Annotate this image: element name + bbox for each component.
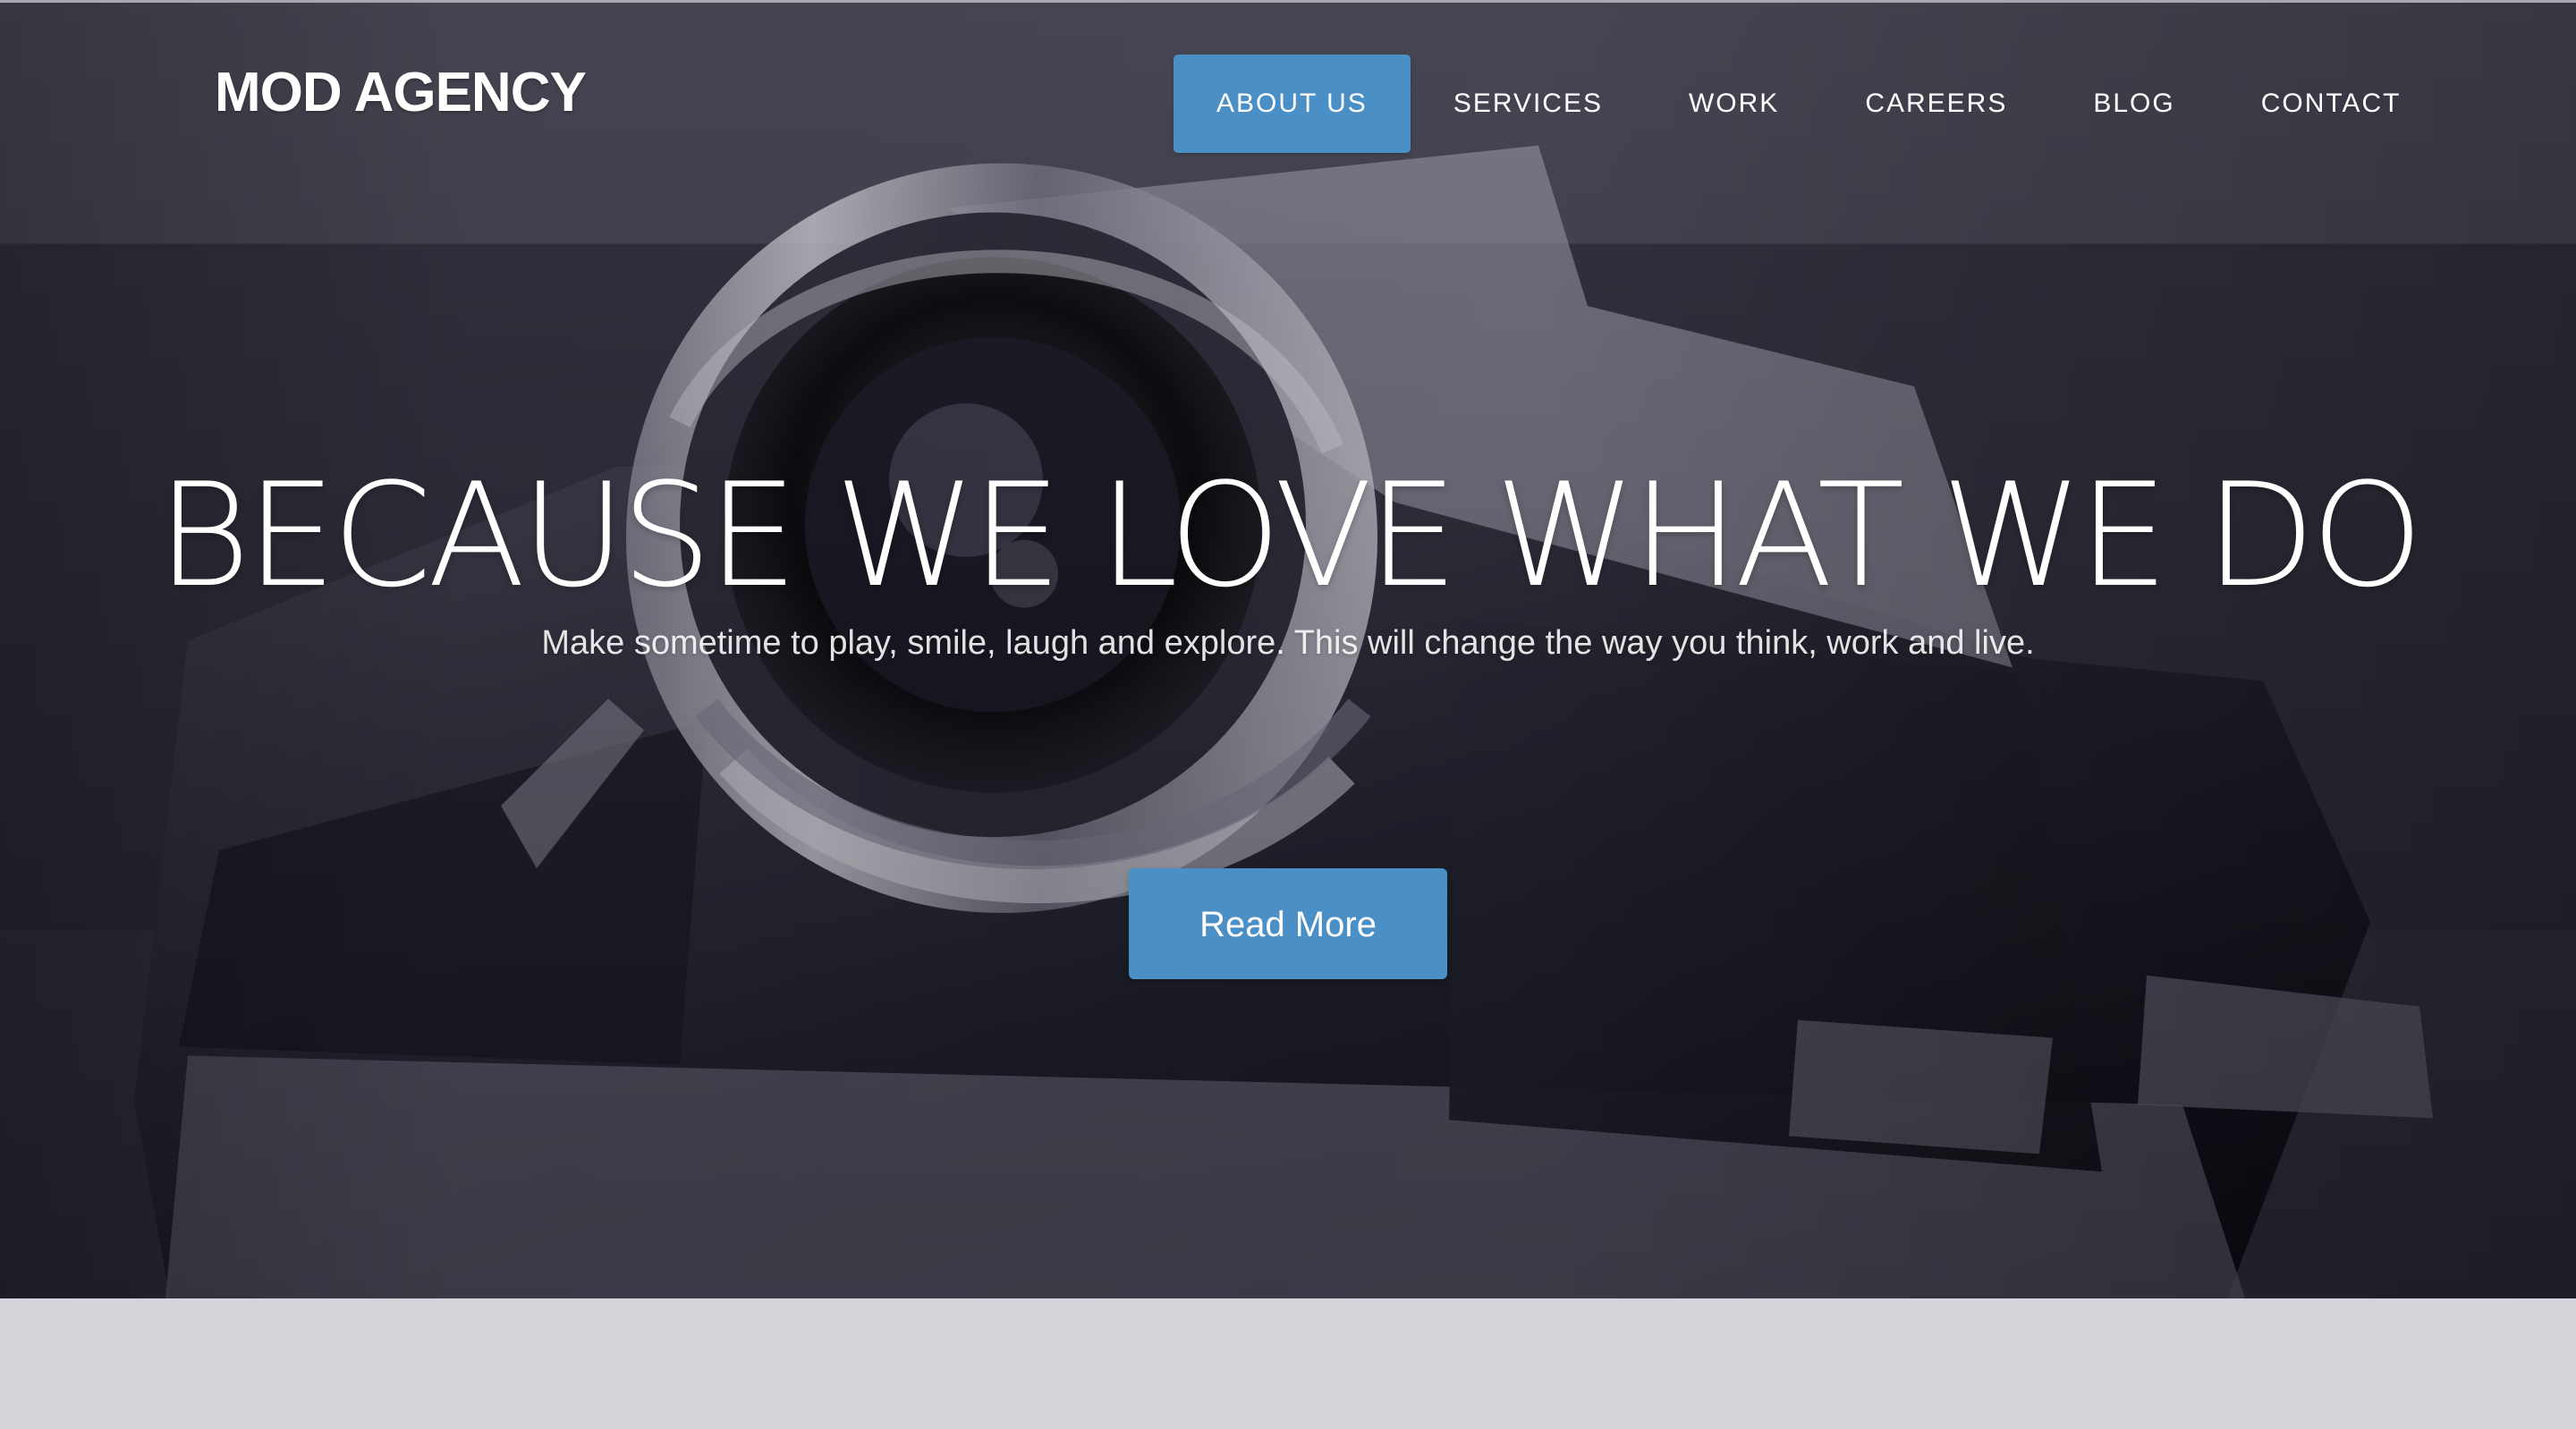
hero-copy: BECAUSE WE LOVE WHAT WE DO Make sometime… bbox=[0, 452, 2576, 664]
nav-item-work[interactable]: WORK bbox=[1646, 55, 1822, 153]
landing-page: MOD AGENCY ABOUT US SERVICES WORK CAREER… bbox=[0, 0, 2576, 1429]
nav-item-services[interactable]: SERVICES bbox=[1411, 55, 1646, 153]
hero-subtitle: Make sometime to play, smile, laugh and … bbox=[541, 623, 2035, 662]
brand-logo[interactable]: MOD AGENCY bbox=[215, 65, 587, 121]
nav-item-about-us[interactable]: ABOUT US bbox=[1174, 55, 1411, 153]
nav-item-blog[interactable]: BLOG bbox=[2050, 55, 2217, 153]
read-more-button[interactable]: Read More bbox=[1129, 868, 1447, 979]
hero-section: MOD AGENCY ABOUT US SERVICES WORK CAREER… bbox=[0, 0, 2576, 1298]
site-header: MOD AGENCY ABOUT US SERVICES WORK CAREER… bbox=[0, 3, 2576, 164]
nav-item-contact[interactable]: CONTACT bbox=[2218, 55, 2445, 153]
main-navigation: ABOUT US SERVICES WORK CAREERS BLOG CONT… bbox=[1174, 55, 2445, 153]
hero-title: BECAUSE WE LOVE WHAT WE DO bbox=[157, 452, 2423, 619]
nav-item-careers[interactable]: CAREERS bbox=[1822, 55, 2050, 153]
lower-content-band bbox=[0, 1298, 2576, 1429]
